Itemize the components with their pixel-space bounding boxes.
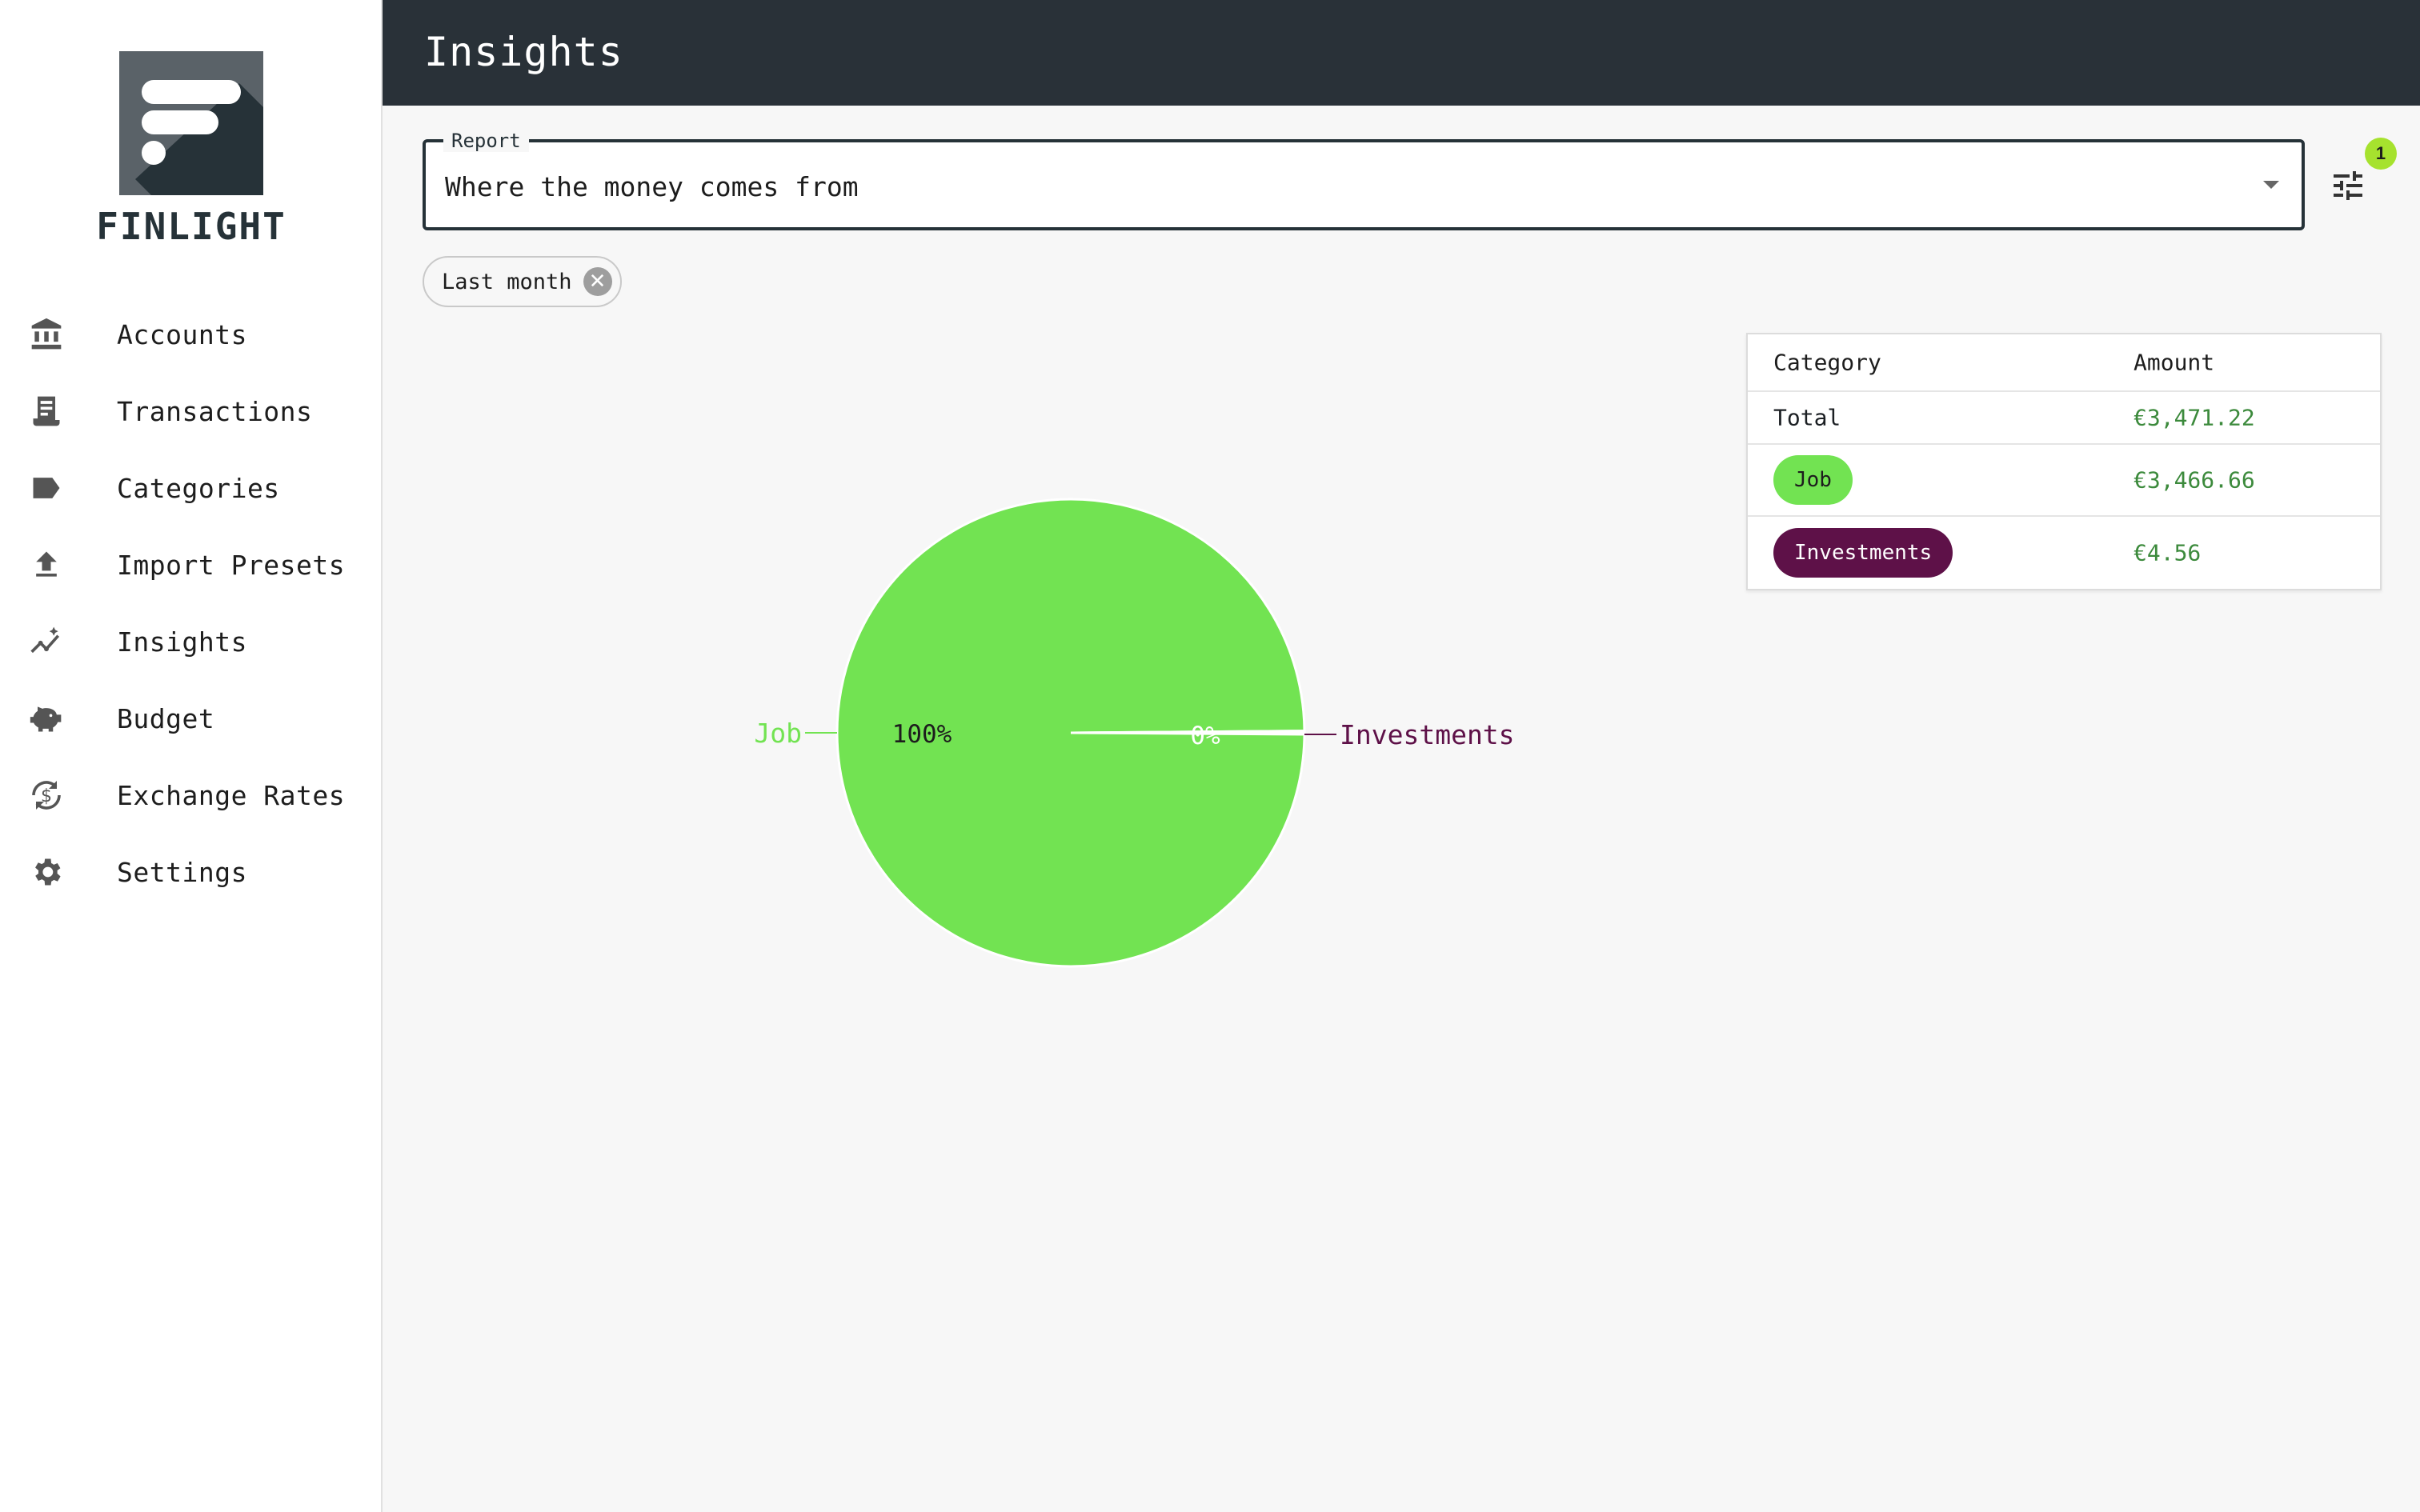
logo [0,51,383,198]
filter-chip-last-month: Last month ✕ [423,256,622,307]
chip-remove-icon[interactable]: ✕ [583,267,612,296]
sidebar-item-label: Budget [117,702,215,734]
bank-icon [27,315,66,354]
table-row-total: Total €3,471.22 [1748,392,2380,445]
filter-button[interactable] [2329,166,2367,205]
report-select-value: Where the money comes from [445,171,859,202]
sidebar-item-settings[interactable]: Settings [0,834,383,910]
pie-label-investments: Investments [1340,719,1515,750]
tune-icon [2334,171,2362,200]
category-chip-investments[interactable]: Investments [1773,528,1953,578]
report-select[interactable]: Report Where the money comes from [423,130,2305,230]
category-amount: €3,466.66 [2134,466,2255,494]
column-header-category: Category [1773,349,1881,376]
dropdown-arrow-icon [2263,181,2279,189]
label-icon [27,469,66,507]
filter-count-badge: 1 [2365,138,2397,170]
svg-text:$: $ [41,786,52,806]
sidebar-item-exchange-rates[interactable]: $ Exchange Rates [0,757,383,834]
sidebar-item-label: Insights [117,626,247,658]
piggy-bank-icon [27,699,66,738]
sidebar-item-budget[interactable]: Budget [0,680,383,757]
sidebar-nav: Accounts Transactions Categories Import … [0,296,383,910]
category-table: Category Amount Total €3,471.22 Job €3,4… [1746,333,2382,590]
receipt-icon [27,392,66,430]
sidebar-item-accounts[interactable]: Accounts [0,296,383,373]
table-header-row: Category Amount [1748,334,2380,392]
pie-label-job: Job [754,718,802,749]
pie-slice-separator [1070,731,1305,736]
sidebar-item-categories[interactable]: Categories [0,450,383,526]
brand-name: FINLIGHT [96,205,286,248]
sidebar-item-label: Settings [117,856,247,888]
column-header-amount: Amount [2134,349,2215,376]
category-amount: €4.56 [2134,539,2202,566]
sidebar-item-label: Accounts [117,318,247,350]
currency-exchange-icon: $ [27,776,66,814]
top-app-bar: Insights [383,0,2420,106]
finlight-logo-icon [119,51,263,195]
table-row[interactable]: Job €3,466.66 [1748,445,2380,517]
pie-percent-investments: 0% [1190,722,1220,750]
sidebar: FINLIGHT Accounts Transactions Categorie… [0,0,383,1512]
page-title: Insights [424,29,623,75]
table-row[interactable]: Investments €4.56 [1748,517,2380,589]
upload-icon [27,546,66,584]
sidebar-item-transactions[interactable]: Transactions [0,373,383,450]
sidebar-item-label: Categories [117,472,280,504]
sidebar-item-insights[interactable]: Insights [0,603,383,680]
sidebar-item-label: Transactions [117,395,313,427]
category-chip-job[interactable]: Job [1773,455,1853,505]
sidebar-item-label: Import Presets [117,549,346,581]
total-amount: €3,471.22 [2134,404,2255,431]
insights-icon [27,622,66,661]
sidebar-item-import-presets[interactable]: Import Presets [0,526,383,603]
pie-percent-job: 100% [892,720,952,749]
filter-chip-label: Last month [442,269,572,294]
total-label: Total [1773,404,1841,431]
sidebar-item-label: Exchange Rates [117,779,346,811]
gear-icon [27,853,66,891]
report-select-label: Report [443,130,529,152]
